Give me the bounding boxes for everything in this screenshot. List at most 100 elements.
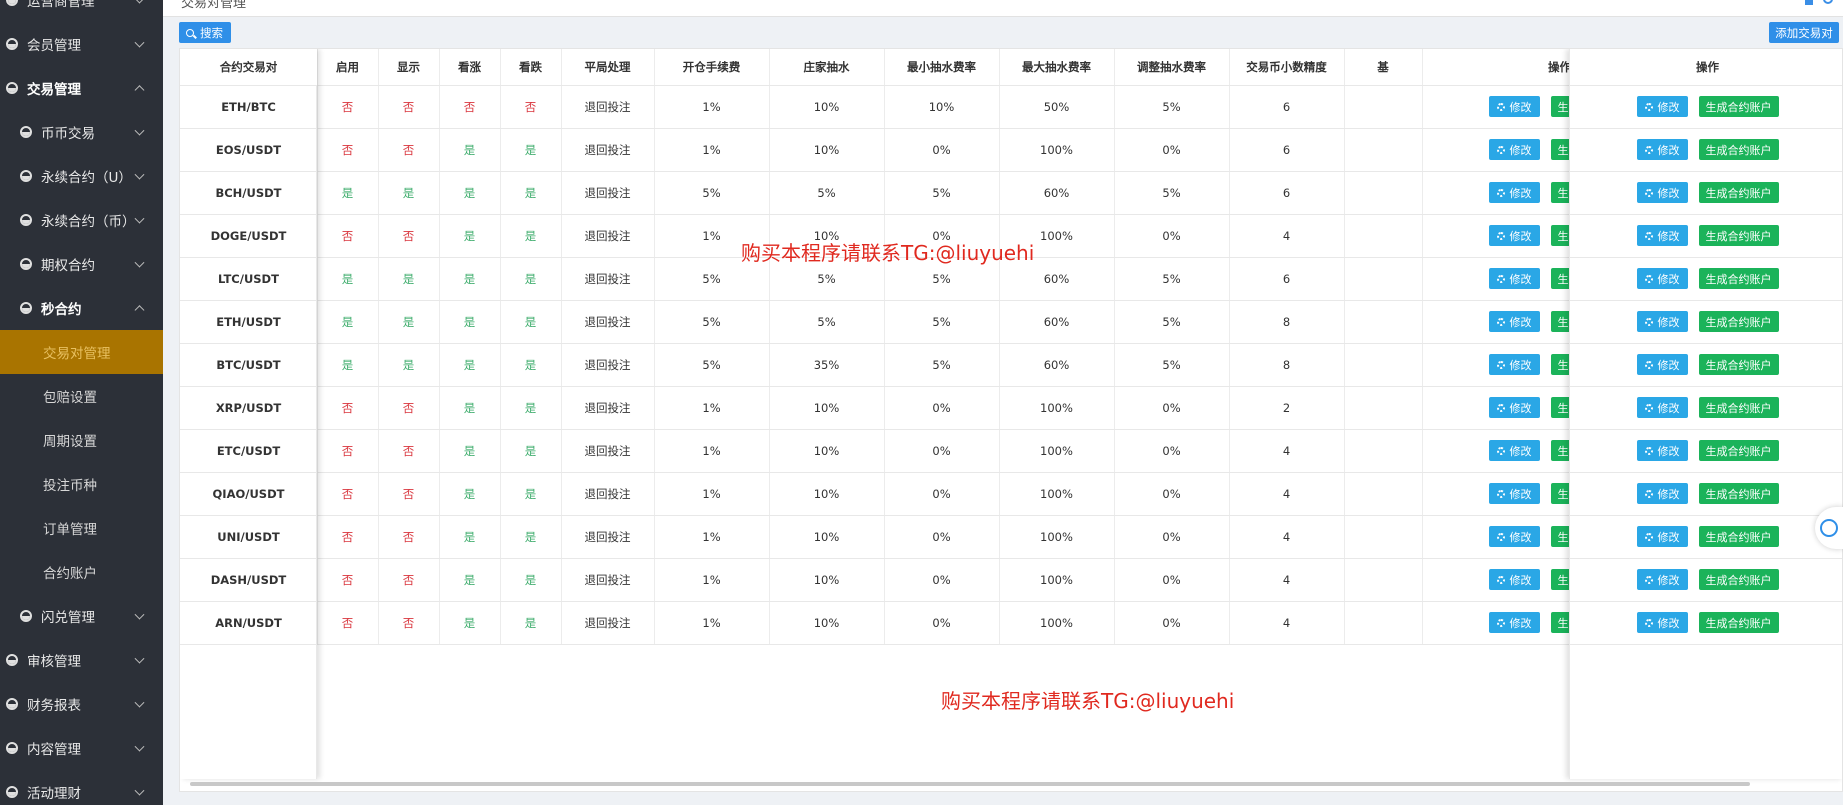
generate-account-button[interactable]: 生成合约账户 — [1698, 354, 1779, 375]
generate-account-button[interactable]: 生成合约账户 — [1698, 569, 1779, 590]
value-cell: 退回投注 — [561, 558, 655, 602]
value-cell: 5% — [1114, 300, 1230, 344]
refresh-icon[interactable] — [1823, 0, 1833, 4]
column-header: 看跌 — [500, 49, 562, 86]
edit-button[interactable]: 修改 — [1488, 526, 1540, 547]
table-row: UNI/USDT — [180, 515, 317, 559]
sidebar-item[interactable]: 币币交易 — [0, 110, 163, 154]
flag-cell: 否 — [378, 128, 440, 172]
sidebar-item[interactable]: 订单管理 — [0, 506, 163, 550]
generate-account-button[interactable]: 生成合约账户 — [1698, 483, 1779, 504]
edit-button[interactable]: 修改 — [1636, 311, 1688, 332]
value-cell: 5% — [1114, 257, 1230, 301]
flag-text: 是 — [402, 357, 415, 372]
edit-button[interactable]: 修改 — [1488, 311, 1540, 332]
generate-account-button[interactable]: 生成合约账户 — [1698, 612, 1779, 633]
edit-button[interactable]: 修改 — [1488, 440, 1540, 461]
add-pair-button[interactable]: 添加交易对 — [1769, 22, 1839, 43]
table-row: 修改 生成合约账户 — [1570, 300, 1842, 344]
sidebar-item[interactable]: 闪兑管理 — [0, 594, 163, 638]
gear-icon — [1496, 489, 1505, 498]
generate-account-button[interactable]: 生成合约账户 — [1698, 139, 1779, 160]
value-cell: 1% — [654, 515, 770, 559]
edit-button[interactable]: 修改 — [1636, 612, 1688, 633]
sidebar-item-label: 审核管理 — [27, 654, 81, 670]
edit-button[interactable]: 修改 — [1488, 96, 1540, 117]
value-cell: 0% — [884, 601, 1000, 645]
value-cell: 1% — [654, 85, 770, 129]
generate-account-button[interactable]: 生成合约账户 — [1698, 182, 1779, 203]
edit-button[interactable]: 修改 — [1488, 182, 1540, 203]
column-header: 操作 — [1570, 49, 1842, 86]
table-row: EOS/USDT否否是是退回投注1%10%0%100%0%6修改生成合约账户 — [180, 128, 1698, 172]
edit-button[interactable]: 修改 — [1636, 96, 1688, 117]
sidebar-item[interactable]: 永续合约（U） — [0, 154, 163, 198]
sidebar-item[interactable]: 内容管理 — [0, 726, 163, 770]
sidebar-item[interactable]: 运营商管理 — [0, 0, 163, 22]
search-button[interactable]: 搜索 — [179, 22, 231, 43]
pair-cell: QIAO/USDT — [180, 472, 317, 516]
sidebar-item[interactable]: 活动理财 — [0, 770, 163, 805]
edit-button[interactable]: 修改 — [1636, 268, 1688, 289]
table-row: 修改 生成合约账户 — [1570, 257, 1842, 301]
flag-cell: 否 — [317, 386, 379, 430]
sidebar-item[interactable]: 包赔设置 — [0, 374, 163, 418]
generate-account-button[interactable]: 生成合约账户 — [1698, 225, 1779, 246]
edit-button[interactable]: 修改 — [1636, 397, 1688, 418]
sidebar-item[interactable]: 周期设置 — [0, 418, 163, 462]
edit-button[interactable]: 修改 — [1488, 569, 1540, 590]
value-cell: 100% — [999, 515, 1115, 559]
value-cell: 0% — [884, 128, 1000, 172]
sidebar-item[interactable]: 审核管理 — [0, 638, 163, 682]
fullscreen-icon[interactable] — [1805, 0, 1813, 5]
edit-button[interactable]: 修改 — [1636, 483, 1688, 504]
edit-button[interactable]: 修改 — [1488, 354, 1540, 375]
sidebar-item[interactable]: 合约账户 — [0, 550, 163, 594]
table-row: 修改 生成合约账户 — [1570, 128, 1842, 172]
sidebar-item[interactable]: 交易对管理 — [0, 330, 163, 374]
edit-button[interactable]: 修改 — [1488, 483, 1540, 504]
sidebar-item[interactable]: 秒合约 — [0, 286, 163, 330]
actions-cell: 修改 生成合约账户 — [1570, 429, 1842, 473]
gear-icon — [1644, 102, 1653, 111]
menu-circle-icon — [20, 214, 32, 226]
generate-account-button[interactable]: 生成合约账户 — [1698, 526, 1779, 547]
edit-button[interactable]: 修改 — [1488, 139, 1540, 160]
edit-button-label: 修改 — [1657, 487, 1680, 501]
generate-account-button[interactable]: 生成合约账户 — [1698, 268, 1779, 289]
sidebar-item-label: 永续合约（币） — [41, 214, 136, 230]
flag-cell: 是 — [378, 257, 440, 301]
pair-cell: DASH/USDT — [180, 558, 317, 602]
sidebar-item[interactable]: 期权合约 — [0, 242, 163, 286]
flag-text: 是 — [463, 142, 476, 157]
breadcrumb: 交易对管理 — [181, 0, 247, 11]
edit-button[interactable]: 修改 — [1636, 182, 1688, 203]
edit-button[interactable]: 修改 — [1636, 569, 1688, 590]
edit-button[interactable]: 修改 — [1636, 354, 1688, 375]
generate-account-button[interactable]: 生成合约账户 — [1698, 96, 1779, 117]
edit-button[interactable]: 修改 — [1488, 268, 1540, 289]
sidebar-item[interactable]: 投注币种 — [0, 462, 163, 506]
menu-circle-icon — [20, 302, 32, 314]
edit-button[interactable]: 修改 — [1636, 225, 1688, 246]
sidebar-item[interactable]: 会员管理 — [0, 22, 163, 66]
value-cell: 6 — [1229, 85, 1345, 129]
column-header: 最小抽水费率 — [884, 49, 1000, 86]
value-cell: 0% — [1114, 386, 1230, 430]
generate-account-button[interactable]: 生成合约账户 — [1698, 397, 1779, 418]
sidebar-item[interactable]: 交易管理 — [0, 66, 163, 110]
generate-account-button[interactable]: 生成合约账户 — [1698, 311, 1779, 332]
sidebar-item[interactable]: 财务报表 — [0, 682, 163, 726]
edit-button[interactable]: 修改 — [1488, 397, 1540, 418]
flag-cell: 是 — [500, 343, 562, 387]
edit-button[interactable]: 修改 — [1636, 139, 1688, 160]
edit-button[interactable]: 修改 — [1488, 225, 1540, 246]
edit-button[interactable]: 修改 — [1636, 440, 1688, 461]
value-cell: 0% — [884, 472, 1000, 516]
generate-account-button[interactable]: 生成合约账户 — [1698, 440, 1779, 461]
sidebar-item[interactable]: 永续合约（币） — [0, 198, 163, 242]
edit-button[interactable]: 修改 — [1636, 526, 1688, 547]
value-cell: 60% — [999, 300, 1115, 344]
edit-button[interactable]: 修改 — [1488, 612, 1540, 633]
horizontal-scrollbar[interactable] — [190, 782, 1750, 786]
